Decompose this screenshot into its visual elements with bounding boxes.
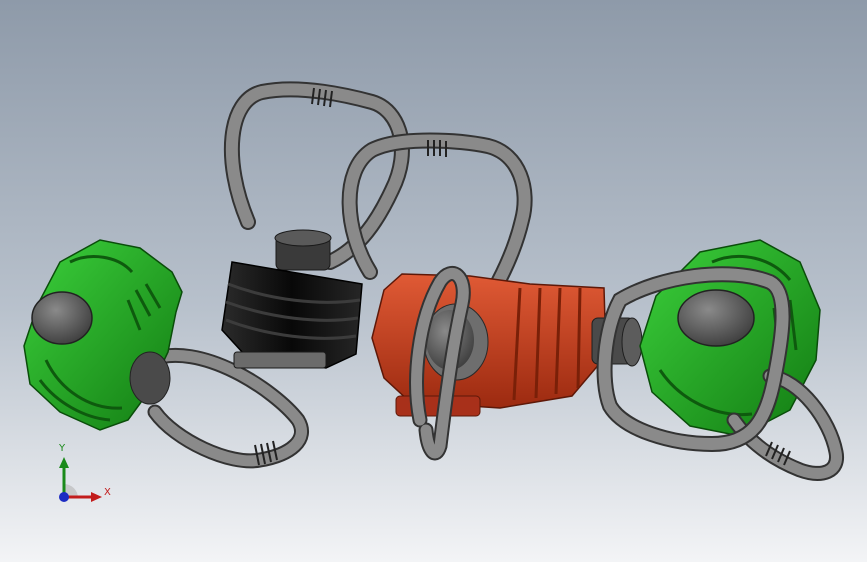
left-swivel-cap-icon — [31, 291, 93, 345]
cad-viewport[interactable]: Y X — [0, 0, 867, 562]
right-swivel-cap-icon — [677, 289, 755, 347]
triad-y-label: Y — [59, 443, 66, 454]
reference-triad — [59, 457, 102, 502]
triad-z-axis — [59, 492, 69, 502]
triad-x-label: X — [104, 487, 111, 498]
assembly-scene[interactable] — [0, 0, 867, 562]
